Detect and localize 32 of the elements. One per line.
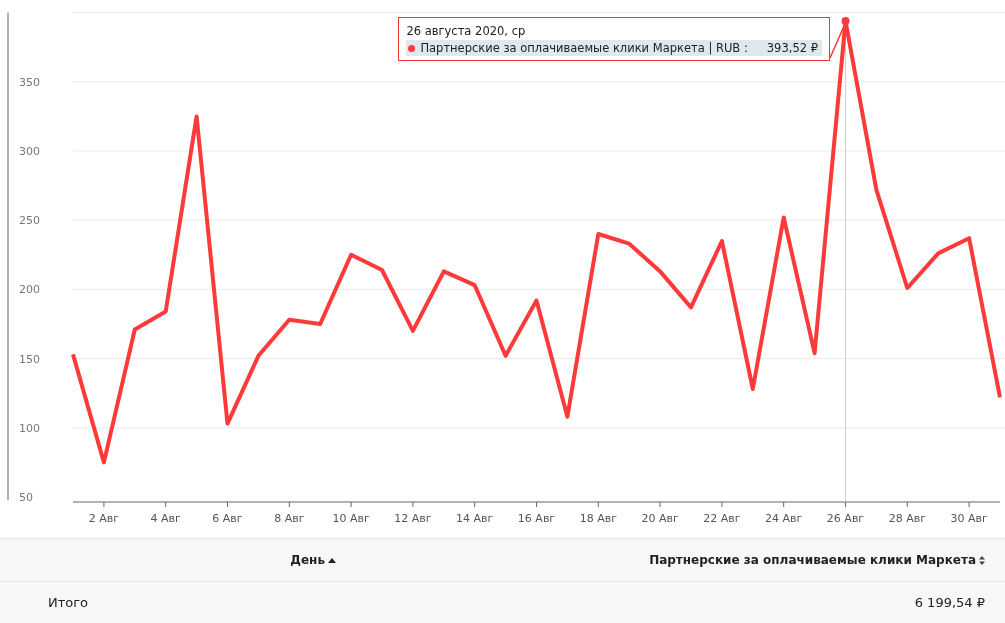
x-tick-label: 26 Авг	[826, 512, 865, 525]
tooltip-value: 393,52 ₽	[766, 41, 818, 55]
table-cell-text: Итого	[47, 594, 90, 612]
hover-point	[841, 16, 850, 25]
column-header[interactable]: День	[0, 539, 336, 581]
y-tick-label: 100	[19, 421, 40, 435]
x-tick-label: 30 Авг	[950, 512, 988, 525]
x-tick-label: 4 Авг	[150, 512, 181, 525]
x-tick-label: 18 Авг	[579, 512, 617, 525]
x-tick-label: 16 Авг	[517, 512, 556, 525]
y-tick-label: 50	[19, 491, 33, 504]
x-tick-label: 6 Авг	[212, 512, 243, 525]
x-tick-label: 2 Авг	[88, 512, 120, 525]
table-cell-text: 6 199,54 ₽	[913, 594, 986, 612]
x-tick-label: 8 Авг	[274, 512, 305, 525]
series-label: Партнерские за оплачиваемые клики Маркета | RUB :	[420, 41, 748, 55]
x-tick-label: 20 Авг	[641, 512, 679, 525]
column-header[interactable]: Партнерские за оплачиваемые клики Маркета	[336, 539, 1005, 581]
y-tick-label: 350	[19, 75, 40, 89]
y-tick-label: 150	[19, 352, 40, 366]
x-tick-label: 14 Авг	[456, 512, 494, 525]
sort-ascending-icon	[328, 557, 336, 563]
x-tick-label: 28 Авг	[888, 512, 926, 525]
y-tick-label: 250	[19, 214, 40, 228]
tooltip-date: 26 августа 2020, ср	[406, 24, 527, 38]
sort-icon	[979, 555, 985, 565]
y-tick-label: 200	[19, 283, 40, 297]
x-tick-label: 12 Авг	[394, 512, 432, 525]
y-tick-label: 300	[19, 145, 40, 158]
x-tick-label: 10 Авг	[332, 512, 370, 525]
x-tick-label: 24 Авг	[765, 512, 803, 525]
x-tick-label: 22 Авг	[703, 512, 741, 525]
